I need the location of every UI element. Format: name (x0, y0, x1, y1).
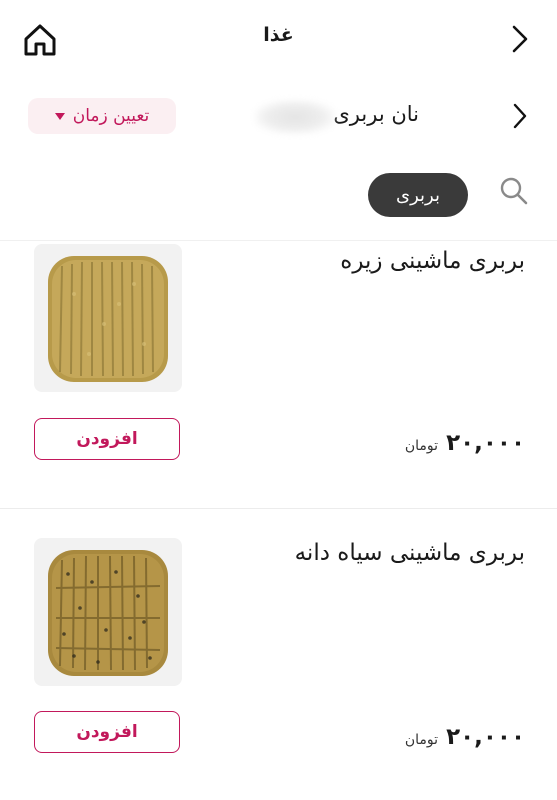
category-chip-barbari[interactable]: بربری (368, 173, 468, 217)
store-chevron-button[interactable] (507, 98, 533, 134)
set-time-label: تعیین زمان (72, 106, 150, 126)
caret-down-icon (54, 112, 65, 120)
divider (0, 240, 557, 241)
divider (0, 508, 557, 509)
set-time-button[interactable]: تعیین زمان (28, 98, 176, 134)
product-name: بربری ماشینی سیاه دانه (294, 540, 525, 566)
price-currency: تومان (404, 732, 439, 748)
bread-image (48, 256, 168, 382)
price-value: ۲۰,۰۰۰ (446, 430, 525, 456)
blurred-store-detail (255, 100, 335, 134)
add-button[interactable]: افزودن (34, 418, 180, 460)
product-image[interactable] (34, 538, 182, 686)
product-price: ۲۰,۰۰۰ تومان (405, 724, 525, 750)
bread-image (48, 550, 168, 676)
add-button[interactable]: افزودن (34, 711, 180, 753)
product-image[interactable] (34, 244, 182, 392)
home-button[interactable] (20, 20, 60, 60)
product-price: ۲۰,۰۰۰ تومان (405, 430, 525, 456)
product-name: بربری ماشینی زیره (340, 248, 525, 274)
store-name: نان بربری (333, 102, 419, 126)
home-icon (24, 24, 56, 56)
chevron-right-icon (513, 103, 527, 129)
search-icon (500, 177, 528, 205)
search-button[interactable] (499, 176, 529, 206)
price-value: ۲۰,۰۰۰ (446, 724, 525, 750)
price-currency: تومان (404, 438, 439, 454)
page-title: غذا (263, 24, 294, 46)
